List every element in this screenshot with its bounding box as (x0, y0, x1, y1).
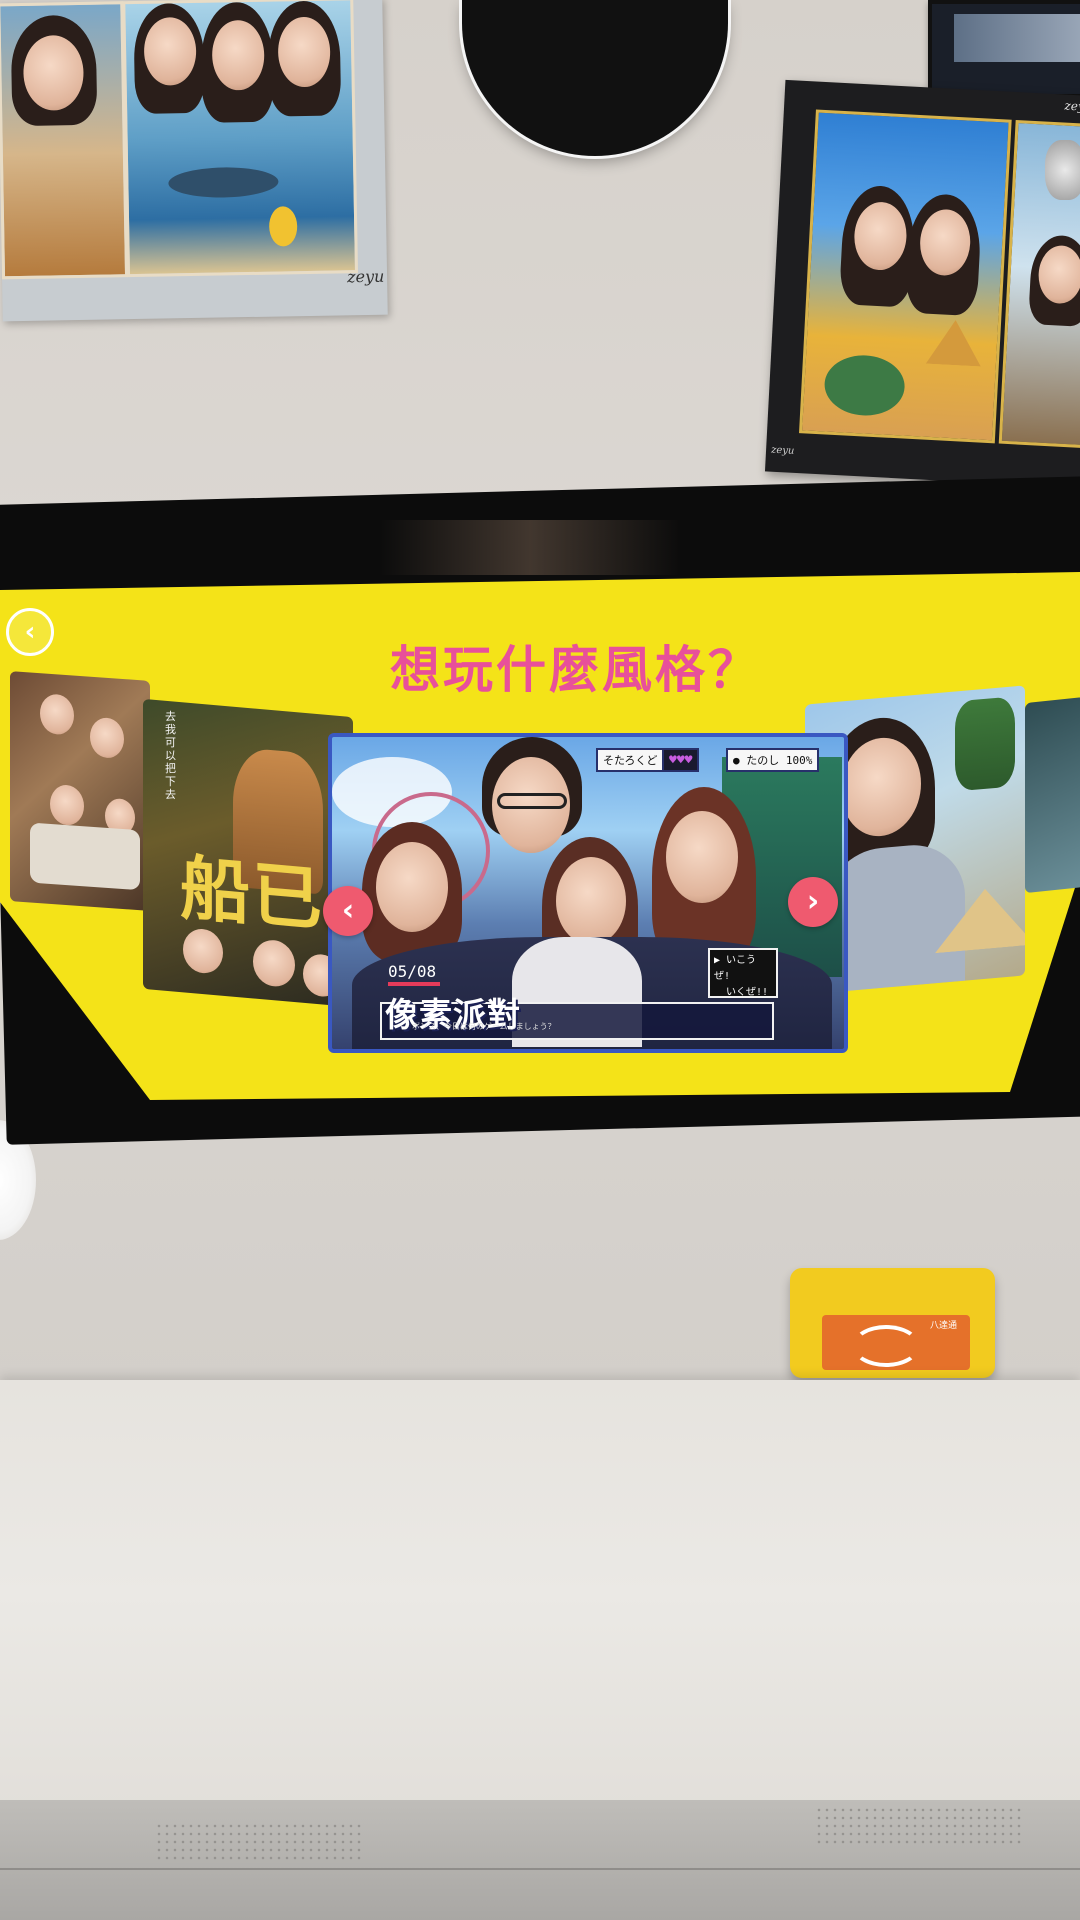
style-card-subtitle: ボンス、今日は何のゲームしましょう？ (412, 1022, 556, 1031)
card-go-box: ▶ いこうぜ! いくぜ!! (708, 948, 778, 998)
poster-right: zeyu zeyu (764, 79, 1080, 489)
poster-right-photo-1 (799, 109, 1012, 444)
card-date: 05/08 (388, 962, 437, 981)
poster-left-photo-2 (122, 0, 359, 278)
poster-left: zeyu (0, 0, 388, 322)
speaker-grille-right (815, 1806, 1025, 1844)
poster-left-photo-1 (0, 1, 129, 280)
speaker-grille-left (155, 1822, 365, 1860)
poster-clip (1045, 140, 1080, 200)
poster-right-signature: zeyu (770, 444, 795, 457)
hud-player-name: そたろくど (596, 748, 665, 772)
hud-hearts: ♥♥♥ (662, 748, 700, 772)
hud-status: ● たのし 100% (726, 748, 820, 772)
screen-reflection (380, 520, 680, 575)
style-card-left-side-text: 去 我可以把下去 (165, 710, 176, 801)
carousel-next-button[interactable]: › (788, 877, 838, 927)
chevron-right-icon: › (806, 884, 820, 919)
small-monitor (928, 0, 1080, 98)
page-title: 想玩什麼風格？ (390, 641, 761, 699)
style-card-far-left[interactable] (10, 671, 150, 911)
back-button[interactable]: ‹ (6, 608, 54, 656)
chevron-left-icon: ‹ (341, 893, 355, 928)
card-date-underline (388, 982, 440, 986)
counter-top (0, 1380, 1080, 1810)
back-arrow-icon: ‹ (24, 617, 36, 647)
card-go-line2: いくぜ!! (726, 987, 769, 998)
style-card-far-right[interactable] (1025, 696, 1080, 894)
counter-seam (0, 1868, 1080, 1870)
card-go-line1: ▶ いこうぜ! (714, 955, 757, 982)
poster-right-corner-text: zeyu (1064, 98, 1080, 114)
style-card-left-label: 船已 (180, 845, 324, 942)
card-reader-label: 八達通 (930, 1321, 958, 1331)
poster-left-signature: zeyu (346, 266, 385, 287)
carousel-prev-button[interactable]: ‹ (323, 886, 373, 936)
